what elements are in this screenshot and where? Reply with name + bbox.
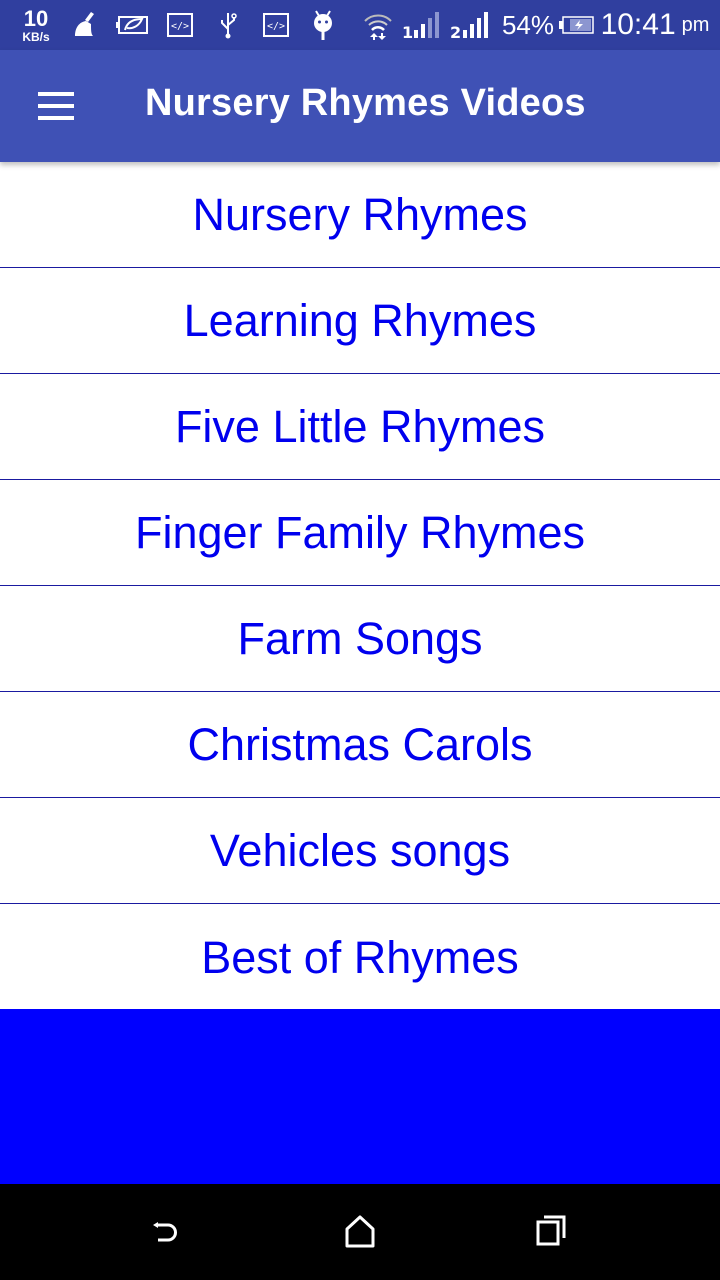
signal-sim1-icon: 1 [402, 0, 444, 50]
battery-percent: 54% [501, 9, 555, 40]
svg-text:</>: </> [171, 21, 189, 32]
ad-banner[interactable] [0, 1009, 720, 1184]
category-item-nursery-rhymes[interactable]: Nursery Rhymes [0, 162, 720, 268]
category-item-finger-family-rhymes[interactable]: Finger Family Rhymes [0, 480, 720, 586]
app-bar: Nursery Rhymes Videos [0, 50, 720, 162]
category-label: Learning Rhymes [183, 294, 537, 346]
developer-code-icon: </> [262, 0, 290, 50]
category-list: Nursery Rhymes Learning Rhymes Five Litt… [0, 162, 720, 1011]
category-label: Nursery Rhymes [192, 188, 528, 240]
network-speed-value: 10 [23, 5, 49, 31]
category-item-christmas-carols[interactable]: Christmas Carols [0, 692, 720, 798]
recents-icon[interactable] [524, 1208, 580, 1256]
category-label: Farm Songs [237, 612, 483, 664]
back-icon[interactable] [140, 1208, 196, 1256]
status-bar: 10 KB/s </> </> 1 2 54% 10:41 pm [0, 0, 720, 50]
hamburger-menu-icon[interactable] [36, 92, 76, 120]
usb-icon [216, 0, 240, 50]
category-label: Best of Rhymes [201, 931, 519, 983]
battery-saver-leaf-icon [114, 0, 150, 50]
developer-code-icon: </> [166, 0, 194, 50]
cleaner-broom-icon [68, 0, 100, 50]
battery-charging-icon [558, 0, 596, 50]
navigation-bar [0, 1184, 720, 1280]
category-item-vehicles-songs[interactable]: Vehicles songs [0, 798, 720, 904]
clock: 10:41 pm [600, 0, 710, 50]
svg-text:</>: </> [267, 21, 285, 32]
svg-text:1: 1 [402, 23, 413, 40]
category-item-five-little-rhymes[interactable]: Five Little Rhymes [0, 374, 720, 480]
category-label: Vehicles songs [209, 824, 511, 876]
clock-time: 10:41 [600, 8, 676, 41]
clock-suffix: pm [681, 13, 710, 36]
category-item-learning-rhymes[interactable]: Learning Rhymes [0, 268, 720, 374]
network-speed: 10 KB/s [16, 0, 56, 50]
wifi-data-transfer-icon [362, 0, 394, 50]
home-icon[interactable] [332, 1208, 388, 1256]
network-speed-unit: KB/s [22, 29, 50, 44]
android-debug-icon [310, 0, 336, 50]
app-title: Nursery Rhymes Videos [145, 82, 586, 124]
category-item-farm-songs[interactable]: Farm Songs [0, 586, 720, 692]
category-label: Finger Family Rhymes [134, 506, 586, 558]
category-label: Christmas Carols [187, 718, 533, 770]
category-item-best-of-rhymes[interactable]: Best of Rhymes [0, 904, 720, 1011]
signal-sim2-icon: 2 [450, 0, 494, 50]
category-label: Five Little Rhymes [174, 400, 546, 452]
svg-text:2: 2 [450, 23, 461, 40]
